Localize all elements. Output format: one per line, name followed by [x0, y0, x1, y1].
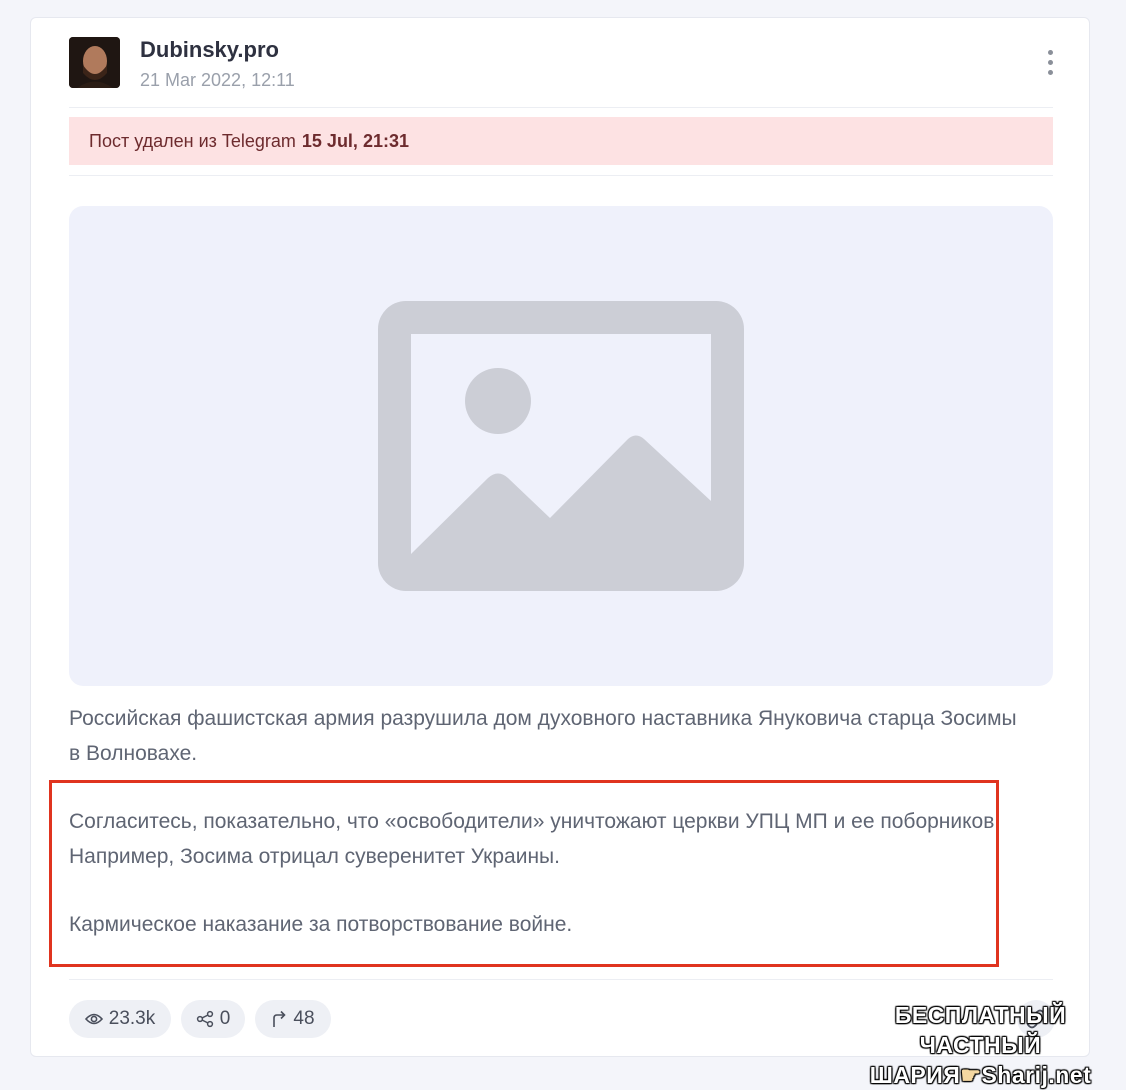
- channel-avatar[interactable]: [69, 37, 120, 88]
- red-highlight-annotation: [49, 780, 999, 967]
- views-counter[interactable]: 23.3k: [69, 1000, 171, 1038]
- share-icon: [196, 1010, 213, 1028]
- image-placeholder-icon: [378, 301, 744, 591]
- views-count: 23.3k: [108, 1008, 156, 1029]
- watermark: БЕСПЛАТНЫЙ ЧАСТНЫЙ ШАРИЯ☛Sharij.net: [835, 1000, 1126, 1090]
- banner-divider: [69, 175, 1053, 176]
- eye-icon: [84, 1013, 103, 1025]
- deleted-notice-date: 15 Jul, 21:31: [301, 130, 409, 151]
- header-divider: [69, 107, 1053, 108]
- forwards-counter[interactable]: 48: [255, 1000, 331, 1038]
- post-media-placeholder[interactable]: [69, 206, 1053, 686]
- post-card: Dubinsky.pro 21 Mar 2022, 12:11 Пост уда…: [30, 17, 1090, 1057]
- footer-divider: [69, 979, 1053, 980]
- forward-arrow-icon: [273, 1010, 287, 1027]
- deleted-notice-banner: Пост удален из Telegram 15 Jul, 21:31: [69, 117, 1053, 165]
- shares-counter[interactable]: 0: [181, 1000, 245, 1038]
- watermark-line-2: ШАРИЯ☛Sharij.net: [869, 1062, 1092, 1088]
- more-options-icon[interactable]: [1035, 46, 1065, 78]
- shares-count: 0: [219, 1008, 231, 1029]
- post-date: 21 Mar 2022, 12:11: [140, 70, 295, 90]
- pointing-hand-icon: ☛: [960, 1062, 982, 1088]
- channel-name[interactable]: Dubinsky.pro: [140, 37, 279, 63]
- forwards-count: 48: [293, 1008, 315, 1029]
- post-paragraph-1: Российская фашистская армия разрушила до…: [69, 707, 1017, 765]
- watermark-line-1: БЕСПЛАТНЫЙ ЧАСТНЫЙ: [894, 1002, 1067, 1058]
- deleted-notice-text: Пост удален из Telegram: [89, 130, 296, 151]
